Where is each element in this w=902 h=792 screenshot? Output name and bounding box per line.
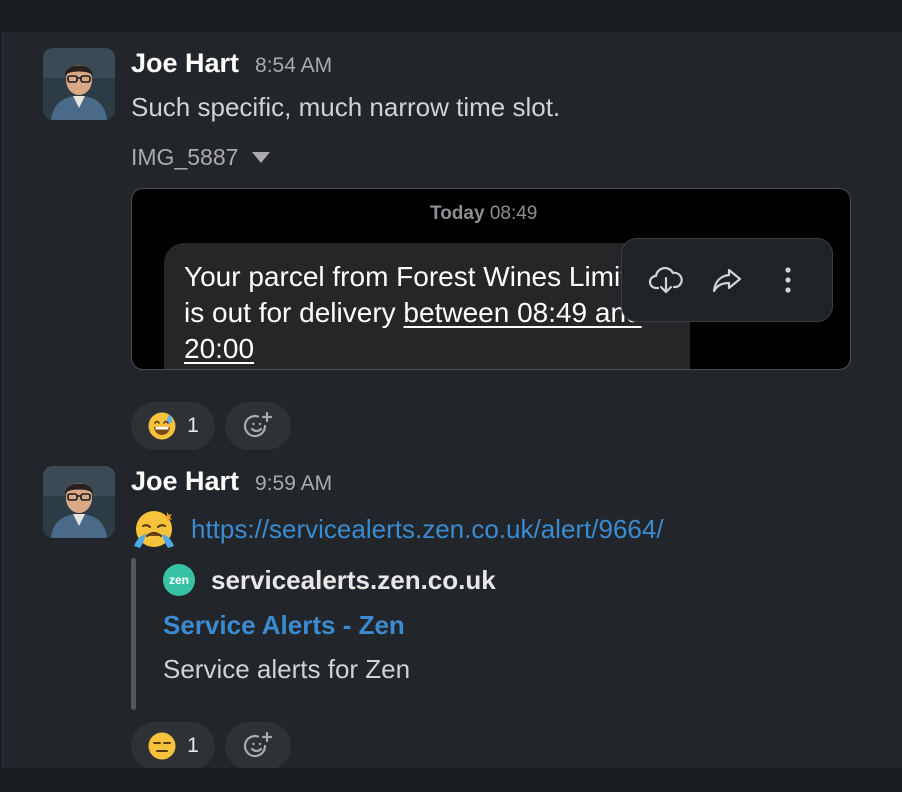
share-arrow-icon <box>712 268 742 293</box>
sender-name[interactable]: Joe Hart <box>131 466 239 497</box>
image-action-bar <box>621 238 833 322</box>
add-reaction-button[interactable] <box>225 722 291 770</box>
add-reaction-button[interactable] <box>225 402 291 450</box>
preview-divider <box>131 558 136 710</box>
reaction-count: 1 <box>187 734 199 757</box>
preview-description: Service alerts for Zen <box>163 654 411 684</box>
reaction-pill[interactable]: 1 <box>131 402 215 450</box>
add-reaction-icon <box>243 411 273 438</box>
site-logo: zen <box>163 564 195 596</box>
reaction-pill[interactable]: 1 <box>131 722 215 770</box>
expressionless-emoji-icon <box>148 732 176 760</box>
more-actions-button[interactable] <box>766 258 810 302</box>
chevron-down-icon[interactable] <box>252 152 271 163</box>
message-body: https://servicealerts.zen.co.uk/alert/96… <box>131 506 664 552</box>
sms-date: Today 08:49 <box>430 203 537 225</box>
message-link[interactable]: https://servicealerts.zen.co.uk/alert/96… <box>191 514 664 545</box>
avatar[interactable] <box>43 48 115 120</box>
timestamp[interactable]: 9:59 AM <box>255 472 332 496</box>
cloud-download-icon <box>649 266 684 294</box>
sender-name[interactable]: Joe Hart <box>131 48 239 79</box>
add-reaction-icon <box>243 731 273 758</box>
site-logo-text: zen <box>168 573 189 587</box>
message-header: Joe Hart 8:54 AM <box>131 48 332 82</box>
top-bar <box>0 0 902 32</box>
message-feed: Joe Hart 8:54 AM Such specific, much nar… <box>2 32 902 770</box>
message-header: Joe Hart 9:59 AM <box>131 466 332 500</box>
sms-date-time: 08:49 <box>489 203 538 224</box>
grinning-sweat-emoji-icon <box>148 412 176 440</box>
download-button[interactable] <box>644 258 688 302</box>
preview-site-row: zen servicealerts.zen.co.uk <box>163 564 496 596</box>
reactions: 1 <box>131 722 291 770</box>
avatar[interactable] <box>43 466 115 538</box>
message-text: Such specific, much narrow time slot. <box>131 92 561 122</box>
sms-bubble: Your parcel from Forest Wines Limited is… <box>164 243 690 369</box>
link-preview[interactable]: zen servicealerts.zen.co.uk Service Aler… <box>131 552 731 718</box>
preview-title[interactable]: Service Alerts - Zen <box>163 610 405 641</box>
reaction-count: 1 <box>187 414 199 437</box>
timestamp[interactable]: 8:54 AM <box>255 54 332 78</box>
share-button[interactable] <box>705 258 749 302</box>
sms-date-day: Today <box>430 203 485 224</box>
more-vertical-icon <box>785 267 791 293</box>
attachment-header[interactable]: IMG_5887 <box>131 144 271 171</box>
preview-site-name: servicealerts.zen.co.uk <box>211 564 496 595</box>
crying-emoji-icon <box>134 511 174 548</box>
reactions: 1 <box>131 402 291 450</box>
bottom-bar <box>0 768 902 792</box>
attachment-filename: IMG_5887 <box>131 144 239 170</box>
